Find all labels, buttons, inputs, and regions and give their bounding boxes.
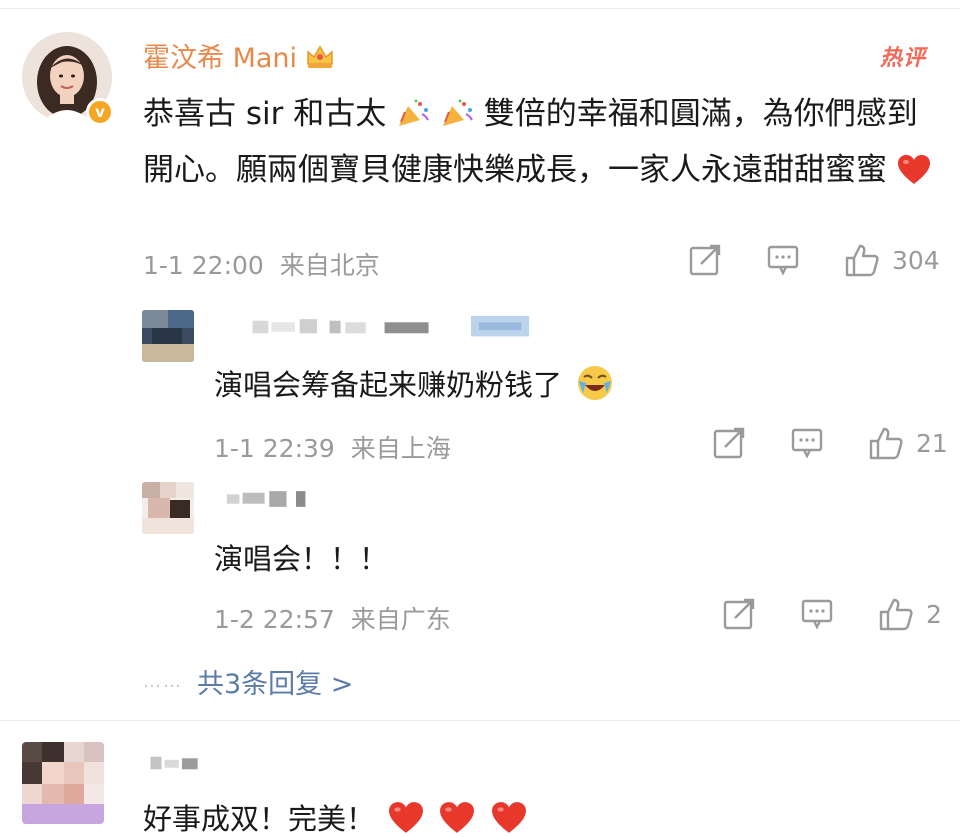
comment-body: 恭喜古 sir 和古太 雙倍的幸福和圓滿，為你們感到開心。願兩個寶貝健康快樂成長…: [143, 86, 933, 198]
reply-meta: 1-2 22:57 来自广东: [214, 600, 451, 636]
like-count: 2: [926, 599, 942, 629]
heart-icon: [491, 802, 526, 833]
like-icon[interactable]: [844, 242, 880, 278]
more-replies-link[interactable]: …… 共3条回复 >: [143, 662, 353, 701]
reply-location: 来自广东: [350, 605, 451, 634]
crying-laughing-emoji-icon: [578, 366, 613, 400]
share-icon[interactable]: [722, 597, 756, 631]
verified-badge-icon: v: [86, 98, 114, 126]
reply-avatar[interactable]: [142, 310, 194, 362]
comment-icon[interactable]: [790, 426, 824, 460]
heart-icon: [440, 802, 475, 833]
comment-icon[interactable]: [766, 243, 800, 277]
share-icon[interactable]: [712, 426, 746, 460]
comment-body: 好事成双！完美！: [143, 796, 527, 837]
reply-text: 演唱会！！！: [214, 542, 389, 576]
reply-timestamp: 1-1 22:39: [214, 434, 335, 463]
crown-icon: [307, 45, 333, 68]
reply-avatar[interactable]: [142, 482, 194, 534]
comment-meta: 1-1 22:00 来自北京: [143, 246, 380, 282]
reply-meta: 1-1 22:39 来自上海: [214, 429, 451, 465]
reply-author-name-blurred[interactable]: [214, 316, 574, 338]
comment-timestamp: 1-1 22:00: [143, 251, 264, 280]
reply-text: 演唱会筹备起来赚奶粉钱了: [214, 362, 615, 404]
comment-location: 来自北京: [279, 251, 380, 280]
top-divider: [0, 8, 960, 9]
like-icon[interactable]: [868, 425, 904, 461]
hot-comment-badge: 热评: [880, 46, 927, 71]
commenter-avatar[interactable]: [22, 742, 104, 824]
party-popper-icon: [442, 99, 473, 126]
reply-actions: 2: [722, 596, 942, 632]
commenter-name-blurred[interactable]: [143, 752, 213, 774]
reply-author-name-blurred[interactable]: [214, 488, 334, 510]
comment-divider: [0, 720, 960, 721]
author-name[interactable]: 霍汶希 Mani: [143, 36, 335, 75]
share-icon[interactable]: [688, 243, 722, 277]
party-popper-icon: [399, 99, 429, 126]
more-replies-dots: ……: [143, 671, 183, 692]
like-count: 304: [892, 245, 940, 275]
comment-text-part1: 恭喜古 sir 和古太: [143, 96, 387, 132]
reply-actions: 21: [712, 425, 948, 461]
author-name-text[interactable]: 霍汶希 Mani: [143, 36, 297, 75]
reply-location: 来自上海: [350, 434, 451, 463]
heart-icon: [389, 802, 424, 833]
heart-icon: [897, 155, 930, 184]
comment-actions: 304: [688, 242, 940, 278]
like-count: 21: [916, 428, 948, 458]
like-icon[interactable]: [878, 596, 914, 632]
reply-timestamp: 1-2 22:57: [214, 605, 335, 634]
more-replies-label[interactable]: 共3条回复 >: [197, 662, 353, 701]
comment-text: 好事成双！完美！: [143, 802, 376, 836]
comment-icon[interactable]: [800, 597, 834, 631]
reply-text-content: 演唱会筹备起来赚奶粉钱了: [214, 368, 563, 402]
